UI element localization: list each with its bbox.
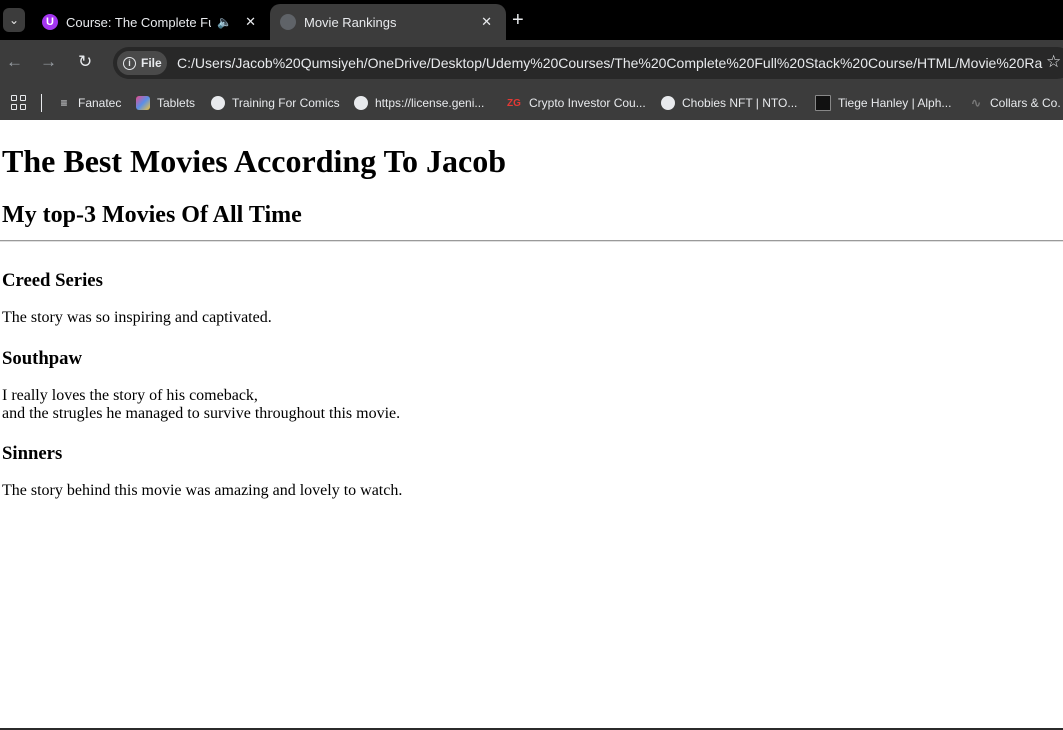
description-line: I really loves the story of his comeback… [2, 387, 258, 404]
movie-title: Creed Series [2, 270, 103, 291]
description-line: The story was so inspiring and captivate… [2, 309, 272, 326]
bookmarks-bar: ≡ Fanatec Tablets Training For Comics ht… [0, 86, 1063, 120]
movie-title: Southpaw [2, 348, 82, 369]
bookmark-tiege-hanley[interactable]: Tiege Hanley | Alph... [815, 93, 951, 113]
bookmark-label: Training For Comics [232, 96, 340, 110]
speaker-icon[interactable]: 🔈 [217, 15, 232, 29]
bookmark-crypto-investor[interactable]: ZG Crypto Investor Cou... [506, 93, 646, 113]
bookmark-label: https://license.geni... [375, 96, 485, 110]
page-subtitle: My top-3 Movies Of All Time [2, 202, 302, 228]
site-info-label: File [141, 56, 162, 70]
page-content: The Best Movies According To Jacob My to… [0, 120, 1063, 728]
bookmark-chobies-nft[interactable]: Chobies NFT | NTO... [661, 93, 797, 113]
close-icon[interactable]: ✕ [481, 14, 492, 30]
tab-title: Movie Rankings [304, 14, 397, 30]
tab-title: Course: The Complete Full-S [66, 14, 211, 30]
bookmark-label: Collars & Co. [990, 96, 1061, 110]
udemy-icon: U [42, 14, 58, 30]
apps-grid-icon[interactable] [11, 95, 26, 110]
globe-icon [280, 14, 296, 30]
back-arrow-icon[interactable]: ← [6, 52, 23, 72]
address-bar[interactable]: i File C:/Users/Jacob%20Qumsiyeh/OneDriv… [113, 47, 1063, 79]
url-text[interactable]: C:/Users/Jacob%20Qumsiyeh/OneDrive/Deskt… [177, 55, 1043, 71]
bookmark-label: Fanatec [78, 96, 122, 110]
bookmark-training-for-comics[interactable]: Training For Comics [211, 93, 340, 113]
bookmark-tablets[interactable]: Tablets [136, 93, 195, 113]
globe-icon [354, 96, 368, 110]
movie-description: I really loves the story of his comeback… [2, 387, 400, 423]
horizontal-rule [0, 240, 1063, 242]
tab-strip: ⌄ U Course: The Complete Full-S 🔈 ✕ Movi… [0, 0, 1063, 40]
tab-udemy-course[interactable]: U Course: The Complete Full-S 🔈 ✕ [32, 4, 270, 40]
site-info-chip[interactable]: i File [117, 51, 167, 75]
movie-description: The story behind this movie was amazing … [2, 482, 402, 500]
description-line: The story behind this movie was amazing … [2, 482, 403, 499]
chevron-down-icon: ⌄ [8, 13, 20, 27]
reload-icon[interactable]: ↻ [78, 52, 92, 72]
fanatec-icon: ≡ [60, 96, 68, 110]
new-tab-button[interactable]: + [512, 9, 524, 32]
zg-icon: ZG [507, 97, 521, 109]
bookmark-label: Tablets [157, 96, 196, 110]
tiege-icon [815, 95, 831, 111]
bookmark-fanatec[interactable]: ≡ Fanatec [57, 93, 121, 113]
bookmark-collars-and-co[interactable]: ∿ Collars & Co. [969, 93, 1061, 113]
description-line: and the strugles he managed to survive t… [2, 405, 401, 422]
tab-movie-rankings[interactable]: Movie Rankings ✕ [270, 4, 506, 40]
collars-icon: ∿ [970, 96, 982, 110]
info-icon: i [123, 56, 136, 70]
page-title: The Best Movies According To Jacob [2, 143, 507, 179]
forward-arrow-icon[interactable]: → [40, 52, 57, 72]
bookmark-label: Crypto Investor Cou... [529, 96, 646, 110]
globe-icon [211, 96, 225, 110]
movie-description: The story was so inspiring and captivate… [2, 309, 272, 327]
bookmark-label: Tiege Hanley | Alph... [838, 96, 952, 110]
close-icon[interactable]: ✕ [245, 14, 256, 30]
bookmark-label: Chobies NFT | NTO... [682, 96, 798, 110]
bookmark-star-icon[interactable]: ☆ [1046, 52, 1061, 72]
movie-title: Sinners [2, 443, 63, 464]
chobies-icon [661, 96, 675, 110]
browser-toolbar: ← → ↻ i File C:/Users/Jacob%20Qumsiyeh/O… [0, 40, 1063, 86]
tablets-icon [136, 96, 150, 110]
bookmarks-divider [41, 94, 42, 112]
tab-search-button[interactable]: ⌄ [3, 8, 25, 32]
bookmark-license[interactable]: https://license.geni... [354, 93, 484, 113]
